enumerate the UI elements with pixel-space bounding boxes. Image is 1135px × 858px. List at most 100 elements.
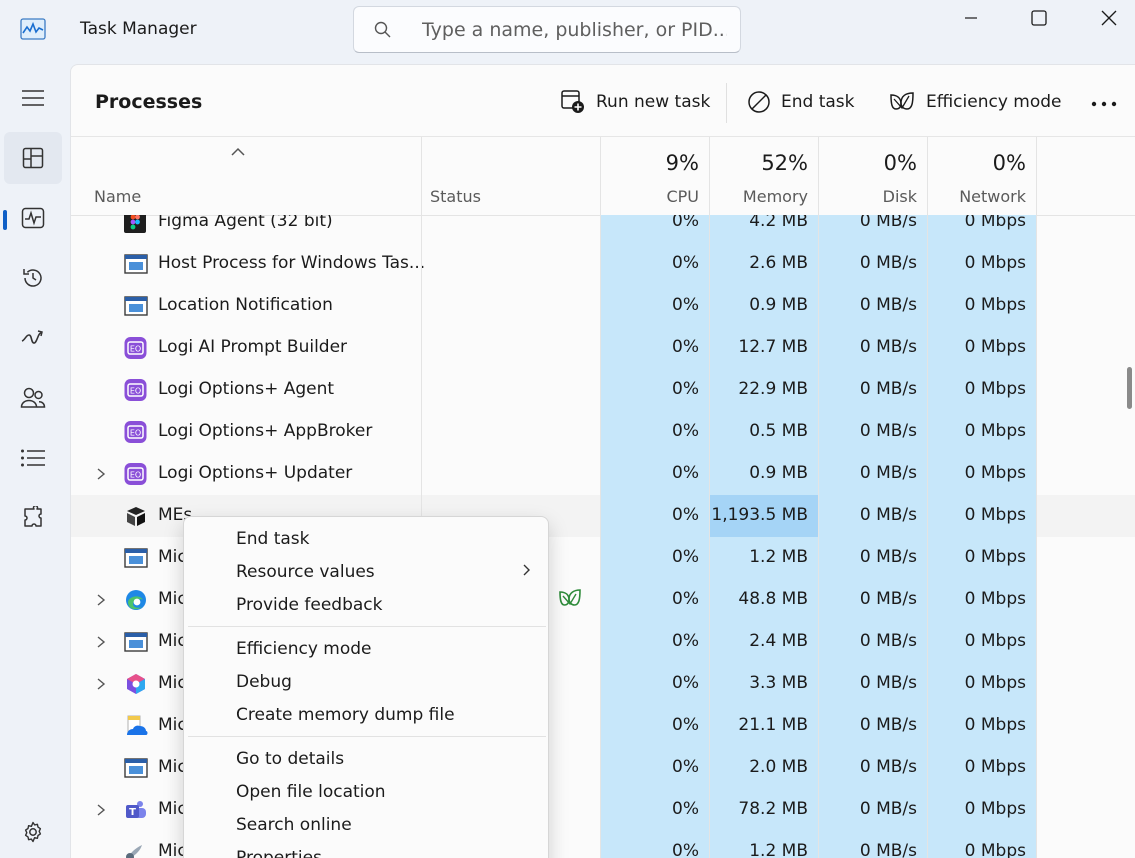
more-options-button[interactable]	[1091, 89, 1117, 119]
menu-item-debug[interactable]: Debug	[236, 672, 292, 692]
logi-icon: EO	[124, 421, 148, 443]
end-task-button[interactable]: End task	[747, 87, 855, 117]
memory-total: 52%	[761, 151, 808, 175]
vertical-scrollbar-thumb[interactable]	[1127, 367, 1132, 409]
window-app-icon	[124, 253, 148, 275]
network-value: 0 Mbps	[964, 463, 1026, 483]
nav-app-history[interactable]	[4, 252, 62, 304]
table-row[interactable]: EO Logi AI Prompt Builder 0% 12.7 MB 0 MB/s 0…	[71, 327, 1135, 369]
menu-item-provide-feedback[interactable]: Provide feedback	[236, 595, 383, 615]
process-name: Figma Agent (32 bit)	[158, 215, 333, 231]
memory-value: 0.9 MB	[749, 463, 808, 483]
onedrive-icon	[124, 715, 148, 737]
column-header-cpu[interactable]: 9% CPU	[601, 137, 709, 215]
cpu-value: 0%	[672, 757, 699, 777]
disk-value: 0 MB/s	[859, 253, 917, 273]
window-app-icon	[124, 757, 148, 779]
column-header-memory[interactable]: 52% Memory	[710, 137, 818, 215]
network-value: 0 Mbps	[964, 589, 1026, 609]
expand-chevron-icon[interactable]	[95, 802, 107, 816]
disk-value: 0 MB/s	[859, 547, 917, 567]
menu-item-open-file-location[interactable]: Open file location	[236, 782, 386, 802]
window-app-icon	[124, 547, 148, 569]
expand-chevron-icon[interactable]	[95, 676, 107, 690]
disk-value: 0 MB/s	[859, 379, 917, 399]
expand-chevron-icon[interactable]	[95, 592, 107, 606]
disk-value: 0 MB/s	[859, 421, 917, 441]
cpu-value: 0%	[672, 337, 699, 357]
process-name: Location Notification	[158, 295, 333, 315]
close-button[interactable]	[1079, 0, 1135, 36]
column-header-network[interactable]: 0% Network	[928, 137, 1036, 215]
nav-performance[interactable]	[4, 192, 62, 244]
cpu-value: 0%	[672, 841, 699, 858]
memory-value: 2.6 MB	[749, 253, 808, 273]
menu-item-efficiency-mode[interactable]: Efficiency mode	[236, 639, 372, 659]
memory-value: 2.4 MB	[749, 631, 808, 651]
column-divider	[927, 137, 928, 858]
navigation-rail	[0, 62, 68, 858]
logi-icon: EO	[124, 379, 148, 401]
search-box[interactable]	[353, 6, 741, 53]
network-value: 0 Mbps	[964, 337, 1026, 357]
process-name: Logi AI Prompt Builder	[158, 337, 348, 357]
cube-app-icon	[124, 505, 148, 527]
process-context-menu: End task Resource values Provide feedbac…	[183, 516, 549, 858]
network-value: 0 Mbps	[964, 379, 1026, 399]
menu-item-go-to-details[interactable]: Go to details	[236, 749, 344, 769]
disk-value: 0 MB/s	[859, 757, 917, 777]
column-header-name[interactable]: Name	[71, 137, 421, 215]
maximize-button[interactable]	[1009, 0, 1069, 36]
menu-item-search-online[interactable]: Search online	[236, 815, 352, 835]
menu-item-end-task[interactable]: End task	[236, 529, 310, 549]
nav-users[interactable]	[4, 372, 62, 424]
memory-value: 48.8 MB	[738, 589, 808, 609]
table-row[interactable]: Figma Agent (32 bit) 0% 4.2 MB 0 MB/s 0 Mbps	[71, 215, 1135, 243]
run-new-task-button[interactable]: Run new task	[560, 87, 710, 117]
disk-value: 0 MB/s	[859, 799, 917, 819]
table-row[interactable]: Host Process for Windows Tas... 0% 2.6 MB 0…	[71, 243, 1135, 285]
cpu-value: 0%	[672, 379, 699, 399]
copilot-icon	[124, 673, 148, 695]
minimize-button[interactable]	[941, 0, 1001, 36]
column-name-label: Name	[94, 187, 142, 206]
efficiency-mode-label: Efficiency mode	[926, 92, 1062, 112]
maximize-icon	[1031, 10, 1047, 26]
disk-value: 0 MB/s	[859, 505, 917, 525]
network-value: 0 Mbps	[964, 215, 1026, 231]
nav-processes[interactable]	[4, 132, 62, 184]
figma-icon	[124, 215, 148, 233]
process-name: Logi Options+ Agent	[158, 379, 335, 399]
menu-item-resource-values[interactable]: Resource values	[236, 562, 375, 582]
nav-startup-apps[interactable]	[4, 312, 62, 364]
end-task-icon	[748, 91, 770, 113]
more-dots-icon	[1091, 101, 1117, 107]
menu-item-properties[interactable]: Properties	[236, 848, 322, 858]
disk-value: 0 MB/s	[859, 215, 917, 231]
nav-settings[interactable]	[4, 806, 62, 858]
table-row[interactable]: EO Logi Options+ AppBroker 0% 0.5 MB 0 MB/s 0…	[71, 411, 1135, 453]
efficiency-mode-button[interactable]: Efficiency mode	[888, 87, 1062, 117]
paint-icon	[124, 841, 148, 858]
column-status-label: Status	[430, 187, 481, 206]
nav-details[interactable]	[4, 432, 62, 484]
menu-toggle-button[interactable]	[4, 72, 62, 124]
table-row[interactable]: Location Notification 0% 0.9 MB 0 MB/s 0 Mbp…	[71, 285, 1135, 327]
memory-value: 0.5 MB	[749, 421, 808, 441]
column-memory-label: Memory	[742, 187, 808, 206]
run-new-task-label: Run new task	[596, 92, 711, 112]
svg-text:EO: EO	[130, 387, 141, 396]
column-disk-label: Disk	[882, 187, 917, 206]
column-header-disk[interactable]: 0% Disk	[819, 137, 927, 215]
table-row[interactable]: EO Logi Options+ Updater 0% 0.9 MB 0 MB/s 0 M…	[71, 453, 1135, 495]
svg-text:T: T	[129, 807, 136, 818]
menu-item-create-memory-dump[interactable]: Create memory dump file	[236, 705, 455, 725]
column-header-status[interactable]: Status	[422, 137, 600, 215]
nav-services[interactable]	[4, 492, 62, 544]
disk-value: 0 MB/s	[859, 463, 917, 483]
search-input[interactable]	[422, 15, 727, 45]
expand-chevron-icon[interactable]	[95, 634, 107, 648]
table-row[interactable]: EO Logi Options+ Agent 0% 22.9 MB 0 MB/s 0 Mb…	[71, 369, 1135, 411]
expand-chevron-icon[interactable]	[95, 466, 107, 480]
logi-icon: EO	[124, 463, 148, 485]
